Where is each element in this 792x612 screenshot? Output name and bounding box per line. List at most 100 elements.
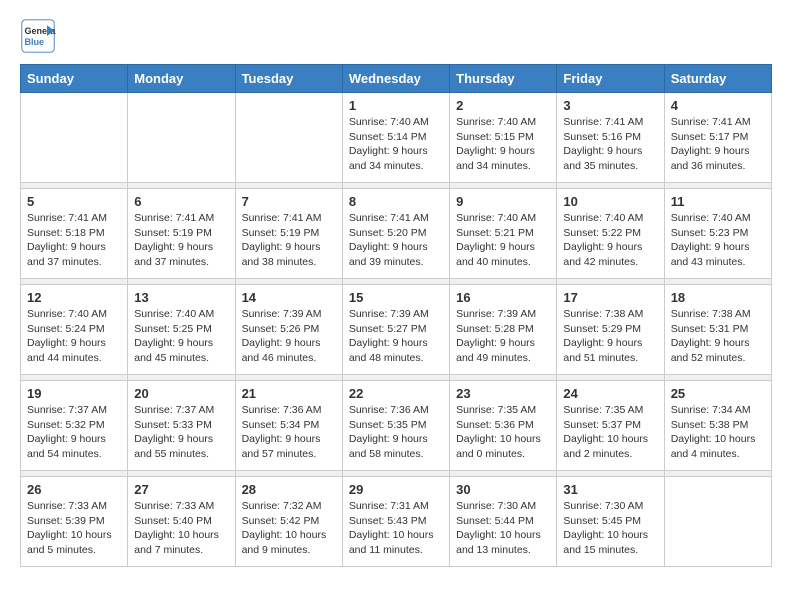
day-info: Sunrise: 7:39 AM Sunset: 5:26 PM Dayligh… [242, 307, 336, 366]
day-info: Sunrise: 7:31 AM Sunset: 5:43 PM Dayligh… [349, 499, 443, 558]
day-info: Sunrise: 7:34 AM Sunset: 5:38 PM Dayligh… [671, 403, 765, 462]
svg-text:Blue: Blue [25, 37, 45, 47]
day-number: 2 [456, 98, 550, 113]
day-info: Sunrise: 7:41 AM Sunset: 5:16 PM Dayligh… [563, 115, 657, 174]
cell-week4-day2: 21 Sunrise: 7:36 AM Sunset: 5:34 PM Dayli… [235, 381, 342, 471]
day-number: 10 [563, 194, 657, 209]
week-row-4: 19Sunrise: 7:37 AM Sunset: 5:32 PM Dayli… [21, 381, 772, 471]
day-number: 4 [671, 98, 765, 113]
cell-week3-day6: 18 Sunrise: 7:38 AM Sunset: 5:31 PM Dayli… [664, 285, 771, 375]
day-info: Sunrise: 7:30 AM Sunset: 5:44 PM Dayligh… [456, 499, 550, 558]
day-info: Sunrise: 7:40 AM Sunset: 5:23 PM Dayligh… [671, 211, 765, 270]
day-info: Sunrise: 7:33 AM Sunset: 5:40 PM Dayligh… [134, 499, 228, 558]
cell-week2-day0: 5Sunrise: 7:41 AM Sunset: 5:18 PM Daylig… [21, 189, 128, 279]
day-number: 25 [671, 386, 765, 401]
cell-week5-day0: 26 Sunrise: 7:33 AM Sunset: 5:39 PM Dayli… [21, 477, 128, 567]
cell-week2-day4: 9Sunrise: 7:40 AM Sunset: 5:21 PM Daylig… [450, 189, 557, 279]
day-number: 31 [563, 482, 657, 497]
day-info: Sunrise: 7:40 AM Sunset: 5:22 PM Dayligh… [563, 211, 657, 270]
cell-week1-day2 [235, 93, 342, 183]
header-saturday: Saturday [664, 65, 771, 93]
day-number: 29 [349, 482, 443, 497]
day-number: 30 [456, 482, 550, 497]
cell-week4-day0: 19Sunrise: 7:37 AM Sunset: 5:32 PM Dayli… [21, 381, 128, 471]
cell-week4-day4: 23 Sunrise: 7:35 AM Sunset: 5:36 PM Dayli… [450, 381, 557, 471]
header-thursday: Thursday [450, 65, 557, 93]
cell-week3-day5: 17 Sunrise: 7:38 AM Sunset: 5:29 PM Dayli… [557, 285, 664, 375]
cell-week3-day4: 16 Sunrise: 7:39 AM Sunset: 5:28 PM Dayli… [450, 285, 557, 375]
logo: General Blue [20, 18, 56, 54]
day-info: Sunrise: 7:41 AM Sunset: 5:19 PM Dayligh… [242, 211, 336, 270]
cell-week1-day5: 3 Sunrise: 7:41 AM Sunset: 5:16 PM Daylig… [557, 93, 664, 183]
cell-week3-day2: 14 Sunrise: 7:39 AM Sunset: 5:26 PM Dayli… [235, 285, 342, 375]
header-tuesday: Tuesday [235, 65, 342, 93]
day-number: 17 [563, 290, 657, 305]
cell-week5-day1: 27 Sunrise: 7:33 AM Sunset: 5:40 PM Dayli… [128, 477, 235, 567]
day-number: 13 [134, 290, 228, 305]
header-monday: Monday [128, 65, 235, 93]
day-info: Sunrise: 7:38 AM Sunset: 5:31 PM Dayligh… [671, 307, 765, 366]
day-number: 23 [456, 386, 550, 401]
day-number: 18 [671, 290, 765, 305]
day-info: Sunrise: 7:37 AM Sunset: 5:32 PM Dayligh… [27, 403, 121, 462]
cell-week4-day3: 22 Sunrise: 7:36 AM Sunset: 5:35 PM Dayli… [342, 381, 449, 471]
day-info: Sunrise: 7:37 AM Sunset: 5:33 PM Dayligh… [134, 403, 228, 462]
day-info: Sunrise: 7:33 AM Sunset: 5:39 PM Dayligh… [27, 499, 121, 558]
day-number: 26 [27, 482, 121, 497]
day-info: Sunrise: 7:41 AM Sunset: 5:17 PM Dayligh… [671, 115, 765, 174]
day-number: 22 [349, 386, 443, 401]
day-number: 15 [349, 290, 443, 305]
page: General Blue Sunday Monday Tuesday Wedne… [0, 0, 792, 585]
day-info: Sunrise: 7:40 AM Sunset: 5:21 PM Dayligh… [456, 211, 550, 270]
day-info: Sunrise: 7:36 AM Sunset: 5:34 PM Dayligh… [242, 403, 336, 462]
day-info: Sunrise: 7:39 AM Sunset: 5:28 PM Dayligh… [456, 307, 550, 366]
header-wednesday: Wednesday [342, 65, 449, 93]
day-info: Sunrise: 7:40 AM Sunset: 5:15 PM Dayligh… [456, 115, 550, 174]
day-info: Sunrise: 7:32 AM Sunset: 5:42 PM Dayligh… [242, 499, 336, 558]
header: General Blue [20, 18, 772, 54]
day-info: Sunrise: 7:38 AM Sunset: 5:29 PM Dayligh… [563, 307, 657, 366]
day-info: Sunrise: 7:35 AM Sunset: 5:36 PM Dayligh… [456, 403, 550, 462]
cell-week3-day1: 13Sunrise: 7:40 AM Sunset: 5:25 PM Dayli… [128, 285, 235, 375]
cell-week3-day3: 15 Sunrise: 7:39 AM Sunset: 5:27 PM Dayli… [342, 285, 449, 375]
day-info: Sunrise: 7:40 AM Sunset: 5:24 PM Dayligh… [27, 307, 121, 366]
day-info: Sunrise: 7:30 AM Sunset: 5:45 PM Dayligh… [563, 499, 657, 558]
day-info: Sunrise: 7:35 AM Sunset: 5:37 PM Dayligh… [563, 403, 657, 462]
cell-week1-day6: 4 Sunrise: 7:41 AM Sunset: 5:17 PM Daylig… [664, 93, 771, 183]
week-row-1: 1 Sunrise: 7:40 AM Sunset: 5:14 PM Daylig… [21, 93, 772, 183]
cell-week5-day5: 31 Sunrise: 7:30 AM Sunset: 5:45 PM Dayli… [557, 477, 664, 567]
day-number: 28 [242, 482, 336, 497]
day-number: 3 [563, 98, 657, 113]
cell-week2-day2: 7 Sunrise: 7:41 AM Sunset: 5:19 PM Daylig… [235, 189, 342, 279]
day-info: Sunrise: 7:41 AM Sunset: 5:20 PM Dayligh… [349, 211, 443, 270]
day-number: 6 [134, 194, 228, 209]
cell-week4-day1: 20Sunrise: 7:37 AM Sunset: 5:33 PM Dayli… [128, 381, 235, 471]
day-number: 27 [134, 482, 228, 497]
week-row-3: 12Sunrise: 7:40 AM Sunset: 5:24 PM Dayli… [21, 285, 772, 375]
day-number: 1 [349, 98, 443, 113]
cell-week4-day6: 25 Sunrise: 7:34 AM Sunset: 5:38 PM Dayli… [664, 381, 771, 471]
cell-week4-day5: 24 Sunrise: 7:35 AM Sunset: 5:37 PM Dayli… [557, 381, 664, 471]
day-number: 5 [27, 194, 121, 209]
day-info: Sunrise: 7:39 AM Sunset: 5:27 PM Dayligh… [349, 307, 443, 366]
cell-week2-day5: 10 Sunrise: 7:40 AM Sunset: 5:22 PM Dayli… [557, 189, 664, 279]
day-info: Sunrise: 7:40 AM Sunset: 5:14 PM Dayligh… [349, 115, 443, 174]
day-number: 24 [563, 386, 657, 401]
day-info: Sunrise: 7:36 AM Sunset: 5:35 PM Dayligh… [349, 403, 443, 462]
day-number: 7 [242, 194, 336, 209]
cell-week5-day3: 29 Sunrise: 7:31 AM Sunset: 5:43 PM Dayli… [342, 477, 449, 567]
day-number: 8 [349, 194, 443, 209]
day-number: 16 [456, 290, 550, 305]
week-row-5: 26 Sunrise: 7:33 AM Sunset: 5:39 PM Dayli… [21, 477, 772, 567]
day-number: 21 [242, 386, 336, 401]
cell-week1-day4: 2 Sunrise: 7:40 AM Sunset: 5:15 PM Daylig… [450, 93, 557, 183]
cell-week5-day2: 28 Sunrise: 7:32 AM Sunset: 5:42 PM Dayli… [235, 477, 342, 567]
cell-week1-day0 [21, 93, 128, 183]
day-number: 14 [242, 290, 336, 305]
cell-week1-day1 [128, 93, 235, 183]
cell-week3-day0: 12Sunrise: 7:40 AM Sunset: 5:24 PM Dayli… [21, 285, 128, 375]
logo-icon: General Blue [20, 18, 56, 54]
header-friday: Friday [557, 65, 664, 93]
cell-week5-day4: 30 Sunrise: 7:30 AM Sunset: 5:44 PM Dayli… [450, 477, 557, 567]
cell-week1-day3: 1 Sunrise: 7:40 AM Sunset: 5:14 PM Daylig… [342, 93, 449, 183]
